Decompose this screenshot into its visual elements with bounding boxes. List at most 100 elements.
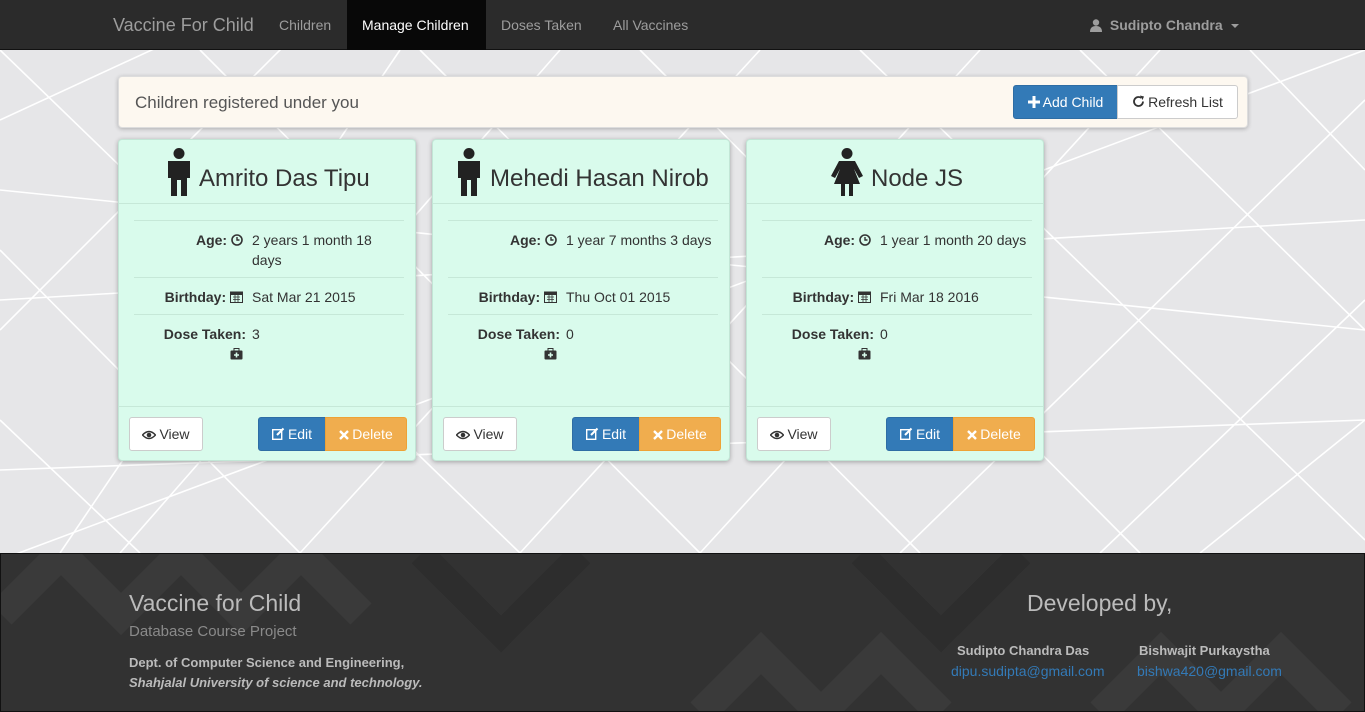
medkit-icon — [544, 348, 557, 360]
view-button[interactable]: View — [443, 417, 517, 451]
eye-icon — [456, 430, 471, 440]
developed-by-heading: Developed by, — [1027, 590, 1173, 616]
child-card: Amrito Das Tipu Age: 2 years 1 month 18 … — [118, 139, 416, 461]
child-name: Amrito Das Tipu — [199, 165, 370, 192]
child-card-footer: View Edit Delete — [747, 406, 1043, 461]
age-value: 1 year 1 month 20 days — [880, 232, 1027, 248]
calendar-icon — [858, 291, 871, 303]
refresh-list-button[interactable]: Refresh List — [1117, 85, 1238, 119]
age-value: 1 year 7 months 3 days — [566, 232, 712, 248]
pattern-line — [1199, 419, 1365, 554]
clock-icon — [231, 234, 243, 246]
child-card-footer: View Edit Delete — [433, 406, 729, 461]
add-child-label: Add Child — [1042, 94, 1104, 110]
add-child-button[interactable]: Add Child — [1013, 85, 1118, 119]
delete-button[interactable]: Delete — [953, 417, 1035, 451]
dose-row: Dose Taken: 3 — [134, 314, 404, 364]
dose-value: 3 — [252, 326, 260, 342]
edit-icon — [271, 427, 285, 440]
child-card: Mehedi Hasan Nirob Age: 1 year 7 months … — [432, 139, 730, 461]
calendar-icon — [544, 291, 557, 303]
children-header-panel: Children registered under you Add Child … — [118, 76, 1248, 128]
child-name: Node JS — [871, 165, 964, 192]
footer-university: Shahjalal University of science and tech… — [129, 675, 423, 690]
close-icon — [967, 430, 978, 440]
footer-department: Dept. of Computer Science and Engineerin… — [129, 655, 405, 670]
child-card-header: Node JS — [747, 140, 1043, 204]
age-value: 2 years 1 month 18 days — [252, 232, 372, 268]
developer-email-link[interactable]: bishwa420@gmail.com — [1137, 663, 1282, 679]
dose-row: Dose Taken: 0 — [448, 314, 718, 364]
dose-label: Dose Taken: — [762, 324, 874, 364]
birthday-row: Birthday: Sat Mar 21 2015 — [134, 277, 404, 314]
footer-subtitle: Database Course Project — [129, 623, 297, 640]
age-row: Age: 2 years 1 month 18 days — [134, 220, 404, 277]
dose-value: 0 — [880, 326, 888, 342]
page-title: Children registered under you — [135, 93, 359, 112]
delete-button[interactable]: Delete — [325, 417, 407, 451]
developer-email-link[interactable]: dipu.sudipta@gmail.com — [951, 663, 1105, 679]
child-card-footer: View Edit Delete — [119, 406, 415, 461]
birthday-value: Fri Mar 18 2016 — [880, 289, 979, 305]
close-icon — [653, 430, 664, 440]
brand-logo-text[interactable]: Vaccine For Child — [113, 15, 254, 35]
dose-label: Dose Taken: — [448, 324, 560, 364]
clock-icon — [859, 234, 871, 246]
refresh-list-label: Refresh List — [1148, 94, 1223, 110]
user-icon — [1090, 19, 1102, 32]
birthday-value: Thu Oct 01 2015 — [566, 289, 671, 305]
child-card-header: Mehedi Hasan Nirob — [433, 140, 729, 204]
footer: Vaccine for Child Database Course Projec… — [0, 553, 1365, 712]
age-row: Age: 1 year 7 months 3 days — [448, 220, 718, 277]
birthday-label: Birthday: — [762, 287, 874, 307]
medkit-icon — [858, 348, 871, 360]
view-button[interactable]: View — [129, 417, 203, 451]
nav-all-vaccines[interactable]: All Vaccines — [598, 0, 703, 50]
footer-title: Vaccine for Child — [129, 590, 302, 616]
navbar: Vaccine For Child Children Manage Childr… — [0, 0, 1365, 50]
nav-doses-taken[interactable]: Doses Taken — [486, 0, 597, 50]
child-card: Node JS Age: 1 year 1 month 20 days Birt… — [746, 139, 1044, 461]
developer-name: Sudipto Chandra Das — [957, 643, 1090, 658]
birthday-row: Birthday: Fri Mar 18 2016 — [762, 277, 1032, 314]
close-icon — [339, 430, 350, 440]
child-card-header: Amrito Das Tipu — [119, 140, 415, 204]
age-label: Age: — [448, 230, 560, 250]
edit-button[interactable]: Edit — [258, 417, 326, 451]
age-label: Age: — [134, 230, 246, 250]
age-row: Age: 1 year 1 month 20 days — [762, 220, 1032, 277]
plus-icon — [1027, 96, 1040, 108]
birthday-row: Birthday: Thu Oct 01 2015 — [448, 277, 718, 314]
dose-value: 0 — [566, 326, 574, 342]
edit-button[interactable]: Edit — [572, 417, 640, 451]
user-menu-dropdown[interactable]: Sudipto Chandra — [1090, 0, 1239, 50]
nav-manage-children[interactable]: Manage Children — [347, 0, 486, 50]
birthday-label: Birthday: — [448, 287, 560, 307]
edit-button[interactable]: Edit — [886, 417, 954, 451]
age-label: Age: — [762, 230, 874, 250]
male-icon — [168, 148, 190, 196]
developer-name: Bishwajit Purkaystha — [1139, 643, 1270, 658]
birthday-value: Sat Mar 21 2015 — [252, 289, 356, 305]
caret-down-icon — [1230, 24, 1239, 29]
male-icon — [458, 148, 480, 196]
dose-label: Dose Taken: — [134, 324, 246, 364]
eye-icon — [770, 430, 785, 440]
delete-button[interactable]: Delete — [639, 417, 721, 451]
clock-icon — [545, 234, 557, 246]
view-button[interactable]: View — [757, 417, 831, 451]
refresh-icon — [1133, 95, 1145, 107]
birthday-label: Birthday: — [134, 287, 246, 307]
pattern-line — [1249, 49, 1365, 171]
edit-icon — [899, 427, 913, 440]
user-name: Sudipto Chandra — [1109, 17, 1223, 33]
child-name: Mehedi Hasan Nirob — [490, 165, 709, 192]
female-icon — [831, 148, 863, 196]
edit-icon — [585, 427, 599, 440]
eye-icon — [142, 430, 157, 440]
pattern-line — [1099, 299, 1365, 554]
medkit-icon — [230, 348, 243, 360]
dose-row: Dose Taken: 0 — [762, 314, 1032, 364]
nav-children[interactable]: Children — [264, 0, 346, 50]
calendar-icon — [230, 291, 243, 303]
